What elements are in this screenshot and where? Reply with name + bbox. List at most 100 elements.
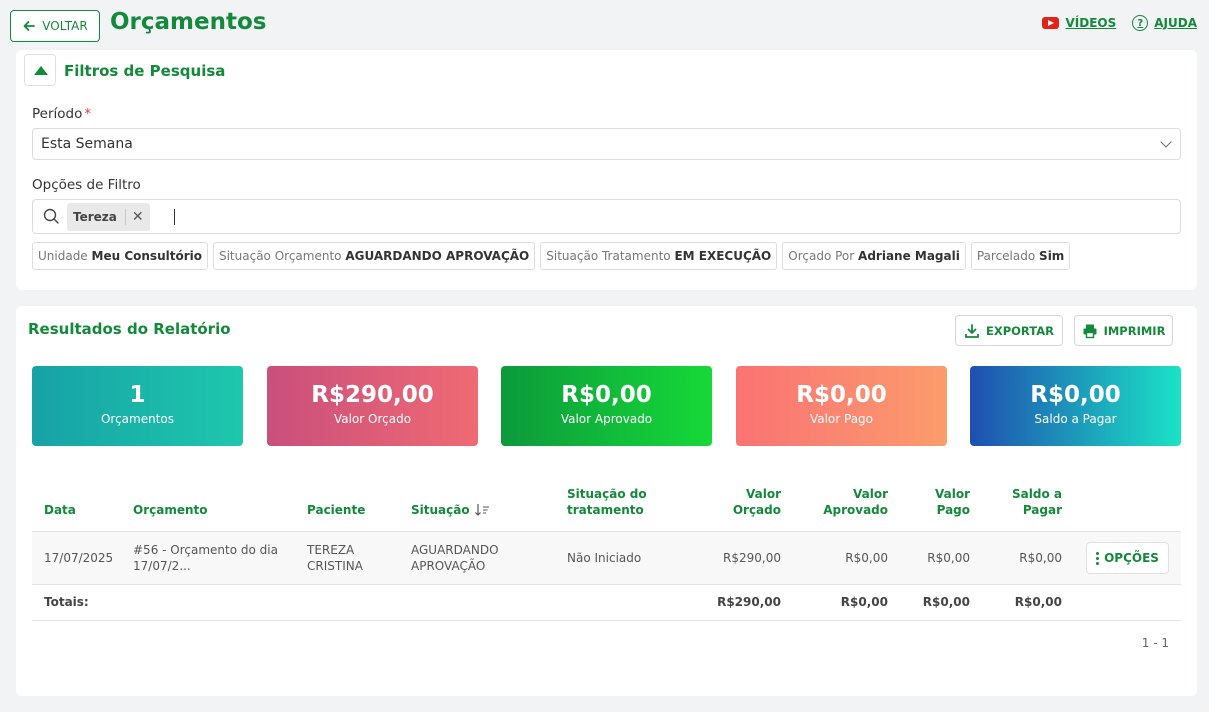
total-valor-orcado: R$290,00 (717, 595, 781, 609)
filter-options-label: Opções de Filtro (32, 177, 141, 193)
kpi-value: R$0,00 (561, 382, 652, 408)
filter-tag-situacao-tratamento[interactable]: Situação Tratamento EM EXECUÇÃO (540, 242, 778, 270)
divider (32, 620, 1181, 621)
results-panel: Resultados do Relatório EXPORTAR IMPRIMI… (16, 306, 1197, 696)
arrow-left-icon (23, 21, 36, 31)
videos-link[interactable]: VÍDEOS (1042, 16, 1116, 30)
tag-value: Sim (1039, 249, 1065, 263)
tag-key: Situação Orçamento (218, 249, 342, 263)
close-icon[interactable]: ✕ (124, 209, 150, 225)
page-title: Orçamentos (110, 9, 267, 35)
column-header-valor-aprovado[interactable]: Valor Aprovado (808, 486, 888, 518)
kpi-card-valor-aprovado: R$0,00 Valor Aprovado (501, 366, 712, 446)
total-valor-pago: R$0,00 (922, 595, 970, 609)
help-link-label: AJUDA (1154, 16, 1197, 30)
filter-tag-orcado-por[interactable]: Orçado Por Adriane Magali (782, 242, 966, 270)
filter-search-input[interactable]: Tereza ✕ (32, 199, 1181, 234)
kpi-label: Orçamentos (100, 412, 175, 426)
required-marker: * (84, 106, 92, 122)
header-line: Valor (745, 487, 781, 501)
row-options-label: OPÇÕES (1104, 551, 1159, 565)
column-header-valor-pago[interactable]: Valor Pago (890, 486, 970, 518)
search-icon (43, 208, 59, 224)
totals-label: Totais: (44, 595, 89, 609)
back-button[interactable]: VOLTAR (10, 10, 100, 42)
kpi-value: 1 (129, 382, 146, 408)
header-line: Orçado (732, 503, 781, 517)
export-button-label: EXPORTAR (986, 323, 1054, 338)
column-header-valor-orcado[interactable]: Valor Orçado (701, 486, 781, 518)
top-bar: VOLTAR Orçamentos VÍDEOS ? AJUDA (0, 0, 1209, 52)
column-header-situacao-tratamento[interactable]: Situação do tratamento (567, 486, 647, 518)
filter-tag-unidade[interactable]: Unidade Meu Consultório (32, 242, 208, 270)
tag-key: Parcelado (976, 249, 1036, 263)
kpi-label: Valor Pago (809, 412, 874, 426)
kpi-card-saldo-a-pagar: R$0,00 Saldo a Pagar (970, 366, 1181, 446)
print-button-label: IMPRIMIR (1103, 323, 1166, 338)
column-header-data[interactable]: Data (44, 502, 76, 518)
kpi-label: Valor Aprovado (560, 412, 653, 426)
header-line: Valor (852, 487, 888, 501)
tag-value: Adriane Magali (858, 249, 960, 263)
kpi-value: R$290,00 (311, 382, 434, 408)
active-filter-tags: Unidade Meu Consultório Situação Orçamen… (32, 242, 1071, 270)
help-icon: ? (1132, 15, 1149, 31)
text-cursor (174, 209, 175, 225)
cell-situacao-tratamento: Não Iniciado (567, 551, 642, 565)
collapse-toggle-button[interactable] (24, 54, 56, 86)
export-button[interactable]: EXPORTAR (955, 315, 1063, 346)
filter-tag-parcelado[interactable]: Parcelado Sim (970, 242, 1071, 270)
sort-descending-icon (474, 504, 489, 516)
cell-orcamento: #56 - Orçamento do dia 17/07/2... (133, 542, 278, 574)
header-line: Aprovado (823, 503, 888, 517)
kpi-label: Valor Orçado (333, 412, 412, 426)
header-line: Valor (934, 487, 970, 501)
filter-chip: Tereza ✕ (67, 203, 150, 231)
cell-line: CRISTINA (307, 559, 363, 573)
column-header-situacao-label: Situação (411, 503, 470, 517)
results-title: Resultados do Relatório (28, 320, 231, 338)
back-button-label: VOLTAR (42, 19, 88, 33)
cell-valor-pago: R$0,00 (927, 551, 970, 565)
row-options-button[interactable]: OPÇÕES (1086, 542, 1169, 574)
cell-line: AGUARDANDO (411, 543, 499, 557)
cell-data: 17/07/2025 (44, 551, 114, 565)
total-saldo-a-pagar: R$0,00 (1014, 595, 1062, 609)
filter-chip-label: Tereza (73, 210, 117, 224)
period-select-value: Esta Semana (41, 136, 133, 152)
chevron-down-icon (1160, 136, 1172, 148)
kpi-value: R$0,00 (1030, 382, 1121, 408)
cell-situacao: AGUARDANDO APROVAÇÃO (411, 542, 499, 574)
tag-key: Orçado Por (788, 249, 855, 263)
column-header-paciente[interactable]: Paciente (307, 502, 365, 518)
kpi-card-valor-pago: R$0,00 Valor Pago (736, 366, 947, 446)
kpi-card-valor-orcado: R$290,00 Valor Orçado (267, 366, 478, 446)
period-label: Período * (32, 106, 91, 122)
tag-key: Unidade (38, 249, 88, 263)
filter-panel-title: Filtros de Pesquisa (64, 62, 226, 80)
cell-line: APROVAÇÃO (411, 559, 486, 573)
column-header-orcamento[interactable]: Orçamento (133, 502, 208, 518)
tag-value: EM EXECUÇÃO (674, 249, 772, 263)
youtube-icon (1042, 17, 1060, 29)
header-line: Situação do (567, 487, 647, 501)
printer-icon (1083, 324, 1097, 338)
cell-line: TEREZA (307, 543, 355, 557)
period-select[interactable]: Esta Semana (32, 128, 1181, 160)
cell-line: #56 - Orçamento do dia (133, 543, 278, 557)
cell-paciente: TEREZA CRISTINA (307, 542, 363, 574)
filter-tag-situacao-orcamento[interactable]: Situação Orçamento AGUARDANDO APROVAÇÃO (212, 242, 536, 270)
kpi-card-orcamentos: 1 Orçamentos (32, 366, 243, 446)
cell-saldo-a-pagar: R$0,00 (1019, 551, 1062, 565)
tag-key: Situação Tratamento (546, 249, 671, 263)
period-label-text: Período (32, 106, 83, 122)
kpi-value: R$0,00 (796, 382, 887, 408)
header-line: Pagar (1022, 503, 1062, 517)
print-button[interactable]: IMPRIMIR (1074, 315, 1173, 346)
column-header-saldo-a-pagar[interactable]: Saldo a Pagar (982, 486, 1062, 518)
header-line: Pago (936, 503, 970, 517)
filter-panel: Filtros de Pesquisa Período * Esta Semana… (16, 50, 1197, 290)
download-icon (965, 323, 979, 338)
help-link[interactable]: ? AJUDA (1132, 15, 1197, 31)
column-header-situacao[interactable]: Situação (411, 502, 490, 518)
